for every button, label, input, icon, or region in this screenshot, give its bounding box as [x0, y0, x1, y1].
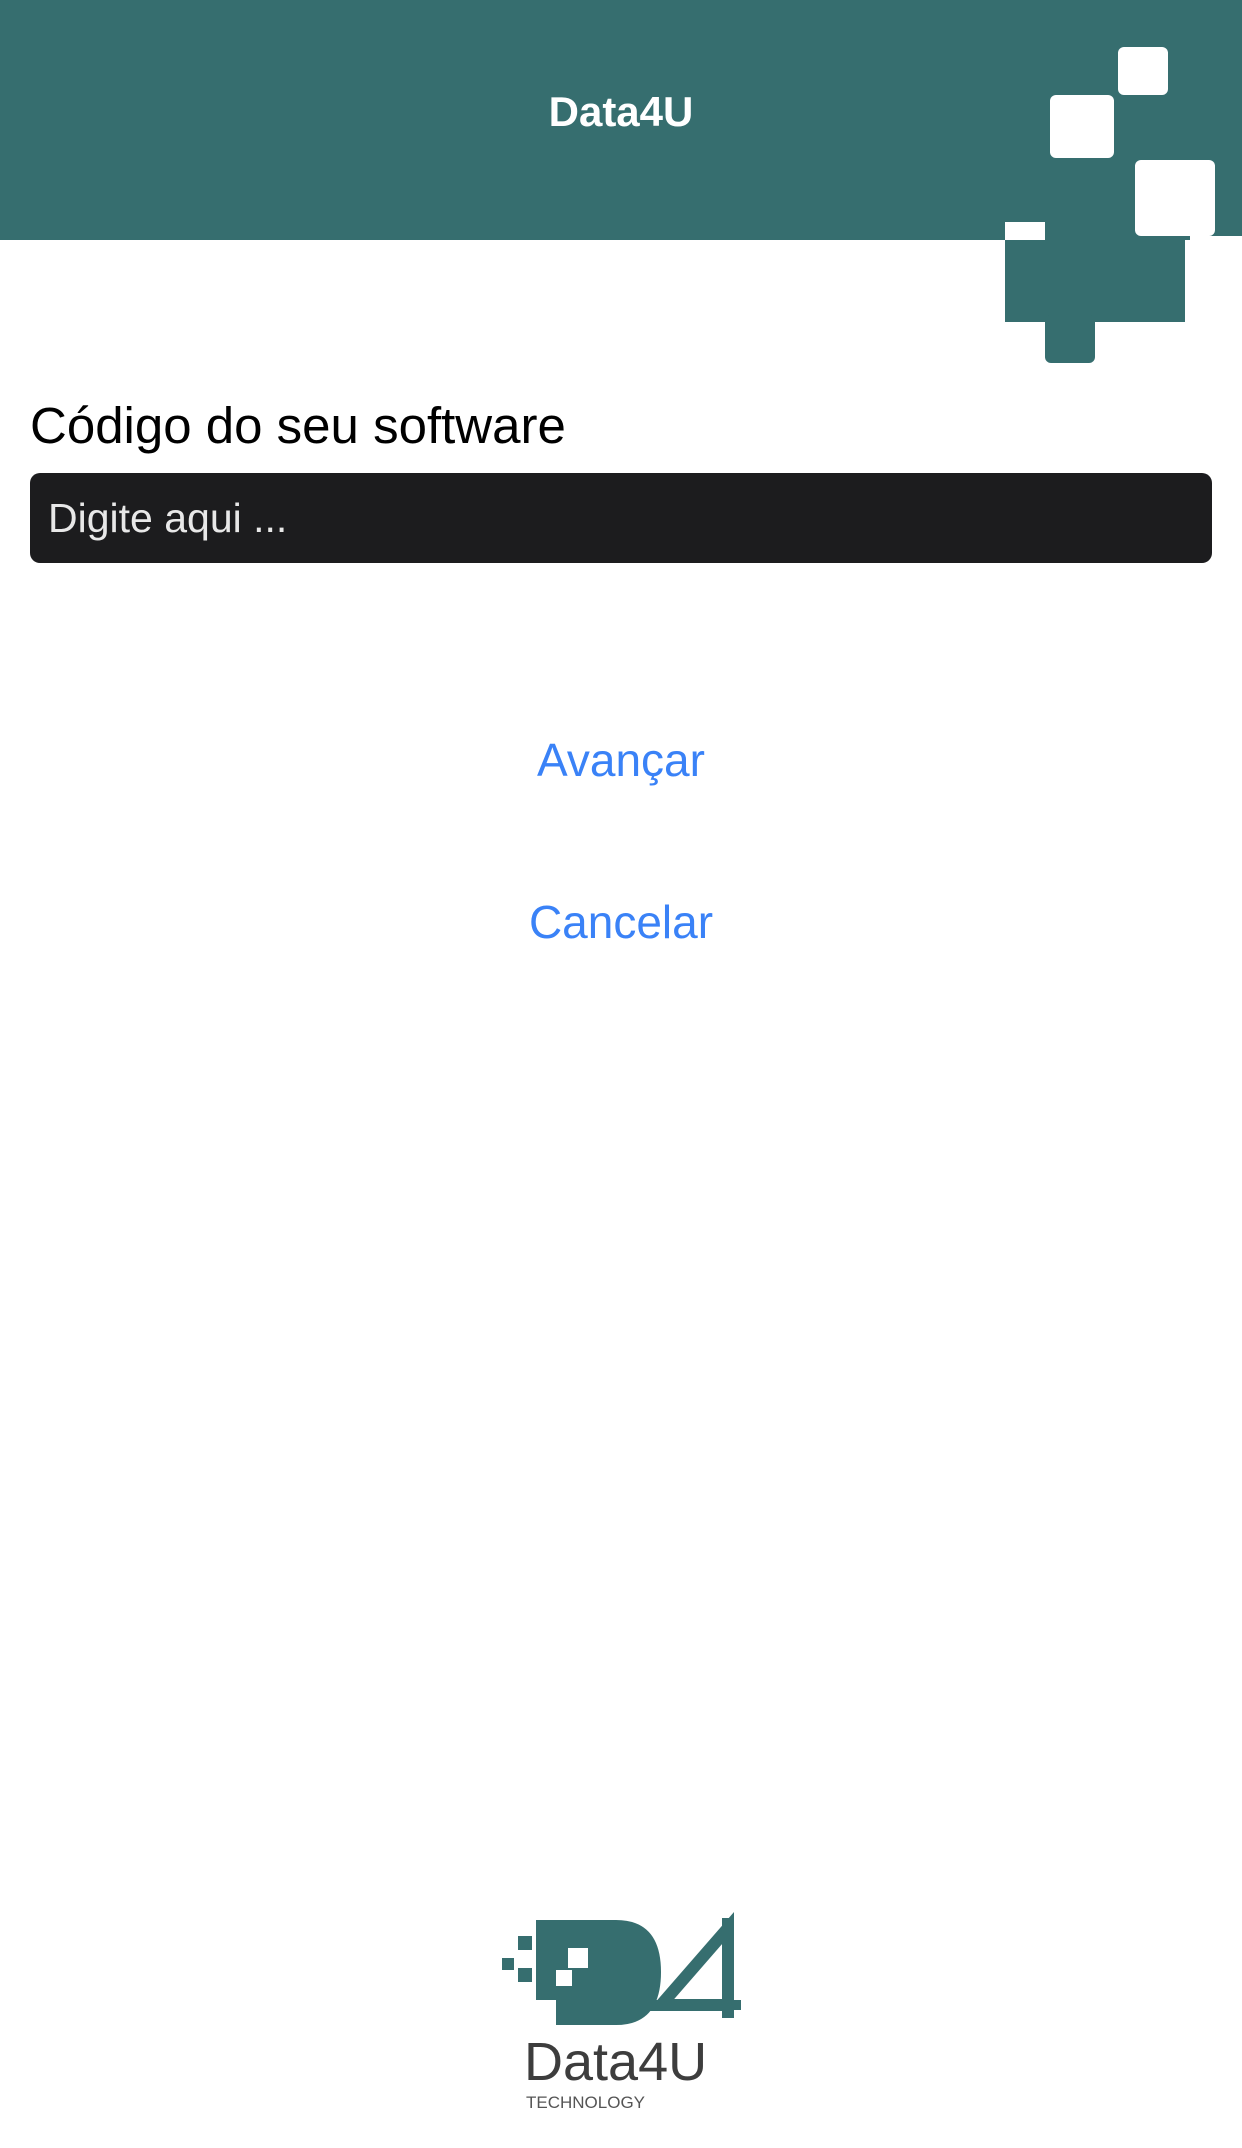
advance-button[interactable]: Avançar [0, 730, 1242, 790]
cancel-button[interactable]: Cancelar [0, 892, 1242, 952]
logo-tagline: TECHNOLOGY [526, 2093, 645, 2112]
logo-name: Data4U [524, 2032, 707, 2092]
pixel-squares-decoration [760, 47, 1242, 370]
software-code-screen: Data4U Código do seu software Avançar Ca… [0, 0, 1242, 2148]
software-code-label: Código do seu software [30, 397, 566, 454]
data4u-logo: Data4U TECHNOLOGY [502, 1911, 741, 2112]
software-code-input[interactable] [30, 473, 1212, 563]
d4u-logo-icon [502, 1911, 741, 2025]
